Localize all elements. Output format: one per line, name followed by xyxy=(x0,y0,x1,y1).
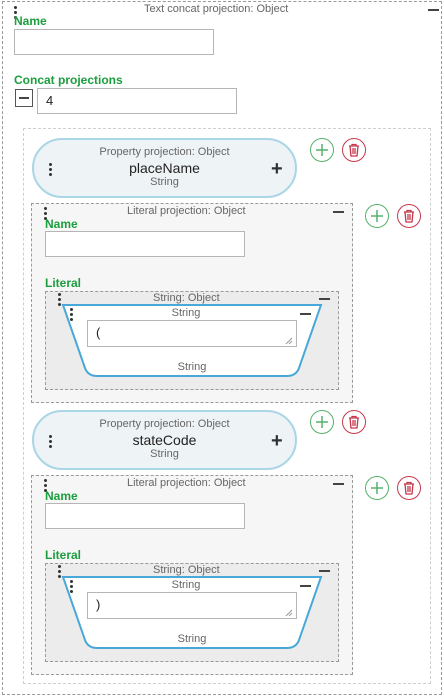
name-label: Name xyxy=(45,489,78,503)
add-button[interactable] xyxy=(310,138,334,162)
add-button[interactable] xyxy=(365,476,389,500)
minus-icon xyxy=(19,97,29,99)
trash-icon xyxy=(404,481,414,495)
root-caption: Text concat projection: Object xyxy=(144,3,289,15)
literal-label: Literal xyxy=(45,548,82,562)
collapse-minus-icon[interactable] xyxy=(300,585,311,587)
collapse-minus-icon[interactable] xyxy=(333,211,344,213)
concat-projections-label: Concat projections xyxy=(14,73,123,87)
collapse-minus-icon[interactable] xyxy=(333,483,344,485)
concat-count-value: 4 xyxy=(46,93,54,108)
add-circle-icon xyxy=(316,144,328,156)
trash-icon xyxy=(349,143,359,157)
property-name: stateCode xyxy=(132,432,197,448)
resize-grip-icon[interactable] xyxy=(285,337,293,345)
concat-count-field[interactable]: 4 xyxy=(37,88,237,114)
property-caption: Property projection: Object xyxy=(99,146,230,158)
collapse-minus-icon[interactable] xyxy=(319,298,330,300)
literal-value-input[interactable]: ) xyxy=(87,592,297,619)
literal-value: ( xyxy=(96,325,101,340)
literal-label: Literal xyxy=(45,276,82,290)
literal-name-input[interactable] xyxy=(45,231,245,257)
delete-button[interactable] xyxy=(342,410,366,434)
literal-name-input[interactable] xyxy=(45,503,245,529)
delete-button[interactable] xyxy=(397,204,421,228)
literal-caption: Literal projection: Object xyxy=(127,205,246,217)
property-type: String xyxy=(150,176,179,188)
delete-button[interactable] xyxy=(397,476,421,500)
string-footer: String xyxy=(177,633,207,645)
string-footer: String xyxy=(177,361,207,373)
collapse-minus-icon[interactable] xyxy=(300,313,311,315)
literal-value: ) xyxy=(96,597,101,612)
literal-value-input[interactable]: ( xyxy=(87,320,297,347)
property-caption: Property projection: Object xyxy=(99,418,230,430)
trash-icon xyxy=(349,415,359,429)
string-object-caption: String: Object xyxy=(153,564,220,576)
collapse-concat-button[interactable] xyxy=(15,89,33,107)
plus-icon[interactable]: + xyxy=(271,159,283,179)
trash-icon xyxy=(404,209,414,223)
property-type: String xyxy=(150,448,179,460)
add-button[interactable] xyxy=(365,204,389,228)
collapse-minus-icon[interactable] xyxy=(428,9,439,11)
literal-caption: Literal projection: Object xyxy=(127,477,246,489)
name-label: Name xyxy=(45,217,78,231)
plus-icon[interactable]: + xyxy=(271,431,283,451)
string-header: String xyxy=(171,579,201,591)
string-header: String xyxy=(171,307,201,319)
add-button[interactable] xyxy=(310,410,334,434)
string-object-caption: String: Object xyxy=(153,292,220,304)
add-circle-icon xyxy=(371,482,383,494)
collapse-minus-icon[interactable] xyxy=(319,570,330,572)
add-circle-icon xyxy=(316,416,328,428)
delete-button[interactable] xyxy=(342,138,366,162)
property-name: placeName xyxy=(129,160,200,176)
name-input[interactable] xyxy=(14,29,214,55)
name-label: Name xyxy=(14,14,47,28)
add-circle-icon xyxy=(371,210,383,222)
resize-grip-icon[interactable] xyxy=(285,609,293,617)
